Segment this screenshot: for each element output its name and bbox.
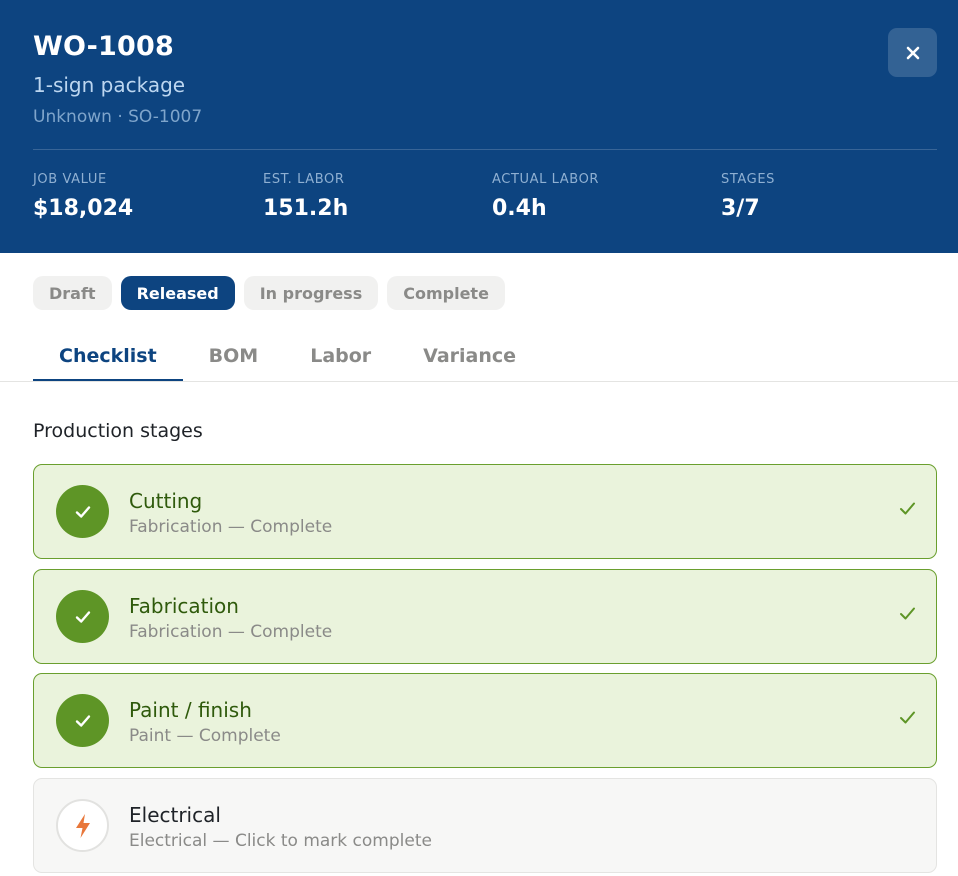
stage-paint-finish[interactable]: Paint / finish Paint — Complete [33, 673, 937, 768]
check-icon [75, 610, 90, 623]
stage-name: Fabrication [129, 594, 239, 618]
status-pill-in-progress[interactable]: In progress [243, 276, 379, 310]
stage-cutting[interactable]: Cutting Fabrication — Complete [33, 464, 937, 559]
stat-actual-labor: ACTUAL LABOR 0.4h [492, 172, 599, 221]
section-title: Production stages [33, 420, 203, 442]
status-pill-draft[interactable]: Draft [33, 276, 112, 310]
work-order-title: 1-sign package [33, 73, 186, 97]
close-icon [906, 46, 919, 59]
stat-value: 151.2h [263, 196, 349, 221]
stat-stages: STAGES 3/7 [721, 172, 775, 221]
tab-labor[interactable]: Labor [284, 330, 397, 382]
tab-bar: Checklist BOM Labor Variance [33, 330, 542, 382]
status-pill-released[interactable]: Released [120, 276, 235, 310]
status-pill-group: Draft Released In progress Complete [33, 276, 505, 310]
stage-fabrication[interactable]: Fabrication Fabrication — Complete [33, 569, 937, 664]
stage-name: Cutting [129, 489, 203, 513]
stat-value: 0.4h [492, 196, 547, 221]
stage-status-circle [56, 694, 109, 747]
header-divider [33, 149, 937, 150]
stat-value: $18,024 [33, 196, 134, 221]
stage-description: Paint — Complete [129, 726, 281, 746]
status-pill-complete[interactable]: Complete [387, 276, 505, 310]
stat-label: STAGES [721, 172, 775, 187]
stat-label: JOB VALUE [33, 172, 107, 187]
stat-label: ACTUAL LABOR [492, 172, 600, 187]
check-icon [900, 502, 915, 515]
stat-job-value: JOB VALUE $18,024 [33, 172, 133, 221]
close-button[interactable] [888, 28, 937, 77]
stat-label: EST. LABOR [263, 172, 345, 187]
work-order-subtitle: Unknown · SO-1007 [33, 107, 203, 127]
stage-description: Electrical — Click to mark complete [129, 831, 432, 851]
stage-name: Electrical [129, 803, 221, 827]
work-order-header: WO-1008 1-sign package Unknown · SO-1007… [0, 0, 958, 253]
tab-checklist[interactable]: Checklist [33, 330, 183, 382]
check-icon [900, 607, 915, 620]
tab-variance[interactable]: Variance [397, 330, 542, 382]
check-icon [75, 714, 90, 727]
stage-electrical[interactable]: Electrical Electrical — Click to mark co… [33, 778, 937, 873]
stat-est-labor: EST. LABOR 151.2h [263, 172, 348, 221]
tab-bar-divider [0, 381, 958, 382]
check-icon [75, 505, 90, 518]
work-order-number: WO-1008 [33, 31, 174, 62]
stage-name: Paint / finish [129, 698, 252, 722]
check-icon [900, 711, 915, 724]
stage-status-circle [56, 485, 109, 538]
stage-description: Fabrication — Complete [129, 517, 333, 537]
stage-description: Fabrication — Complete [129, 622, 333, 642]
stat-value: 3/7 [721, 196, 760, 221]
tab-bom[interactable]: BOM [183, 330, 285, 382]
stage-status-circle [56, 590, 109, 643]
lightning-icon [75, 813, 90, 838]
stage-status-circle [56, 799, 109, 852]
